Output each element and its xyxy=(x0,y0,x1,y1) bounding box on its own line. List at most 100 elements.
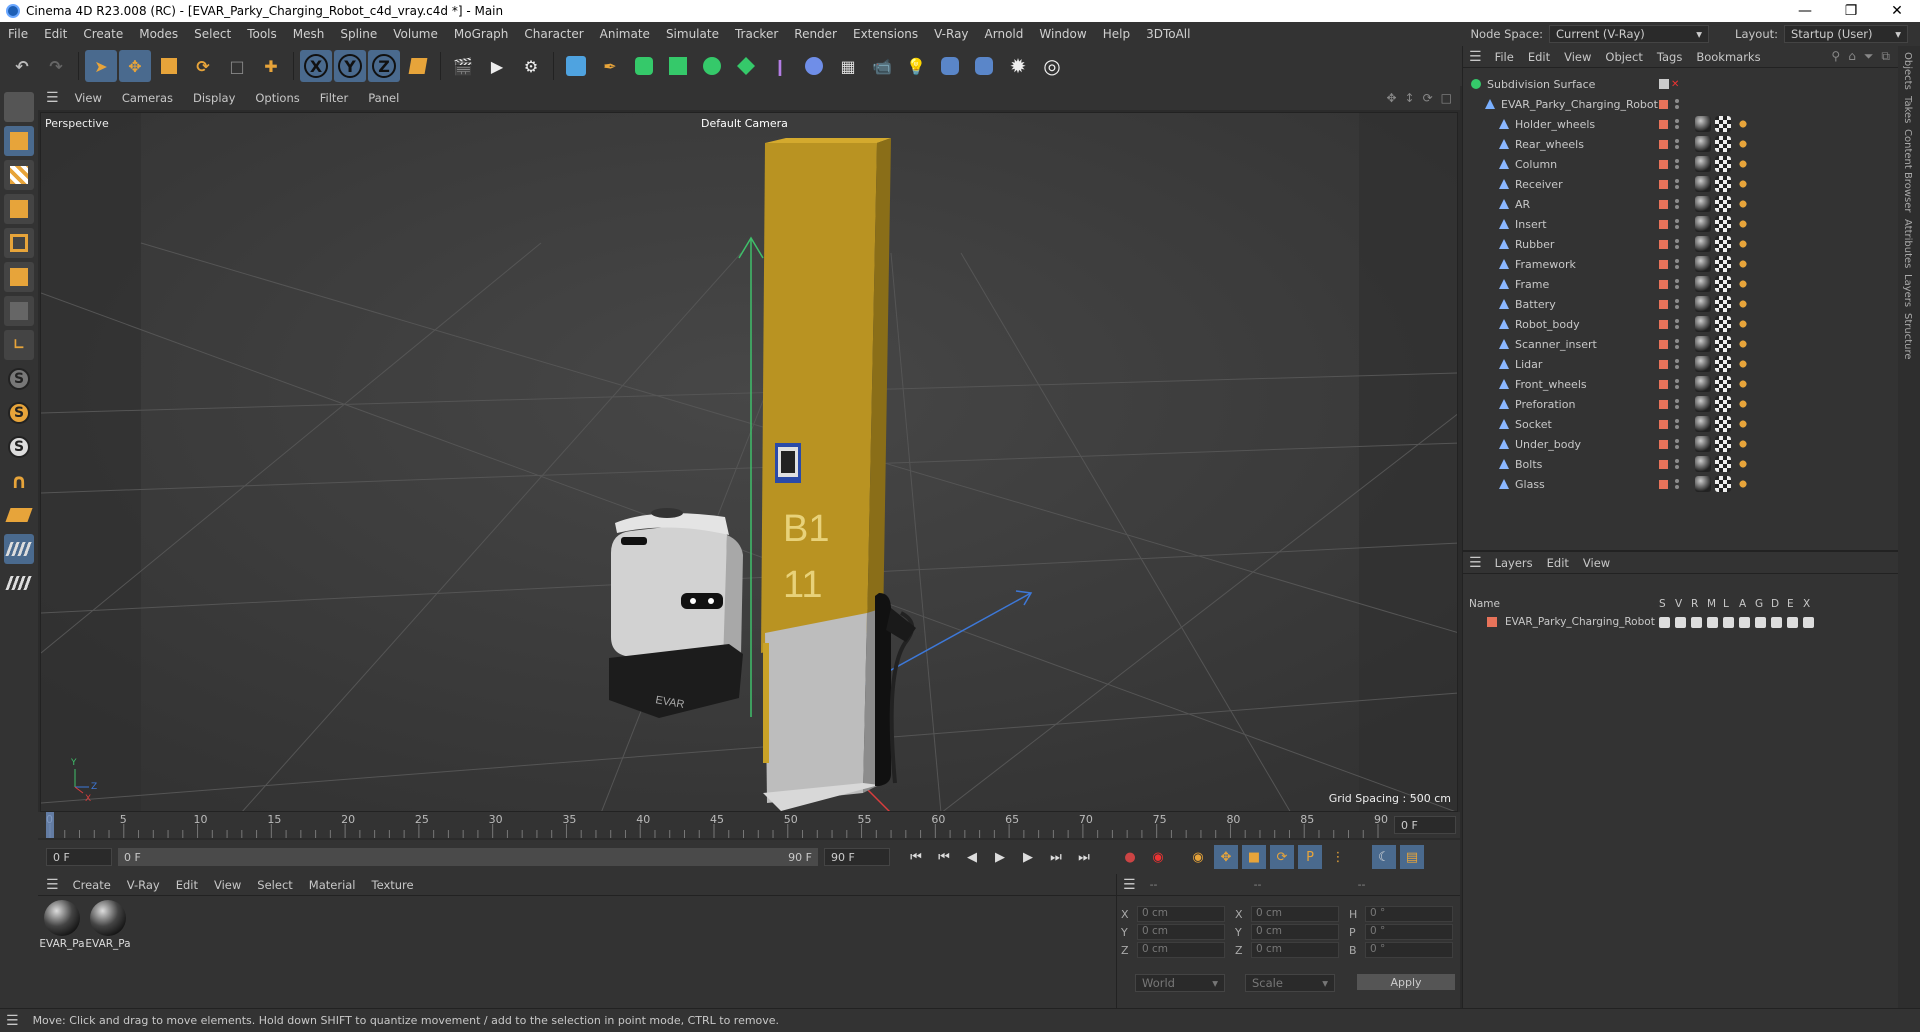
menu-item-tools[interactable]: Tools xyxy=(239,27,285,41)
mograph-icon[interactable] xyxy=(730,50,762,82)
layer-color-swatch[interactable] xyxy=(1659,179,1668,189)
prev-frame-icon[interactable]: ◀ xyxy=(960,845,984,869)
3d-viewport[interactable]: B1 11 EVAR Y Z X Perspective Default Cam… xyxy=(40,112,1458,812)
layout-dropdown[interactable]: Startup (User) ▾ xyxy=(1784,25,1908,43)
vray-tag-icon[interactable] xyxy=(1735,316,1751,332)
menu-item-mesh[interactable]: Mesh xyxy=(285,27,333,41)
object-row[interactable]: AR xyxy=(1463,194,1883,214)
python-icon[interactable] xyxy=(934,50,966,82)
material-tag-icon[interactable] xyxy=(1695,136,1711,152)
visibility-dot[interactable] xyxy=(1675,459,1679,463)
material-menu-edit[interactable]: Edit xyxy=(168,878,206,892)
node-space-dropdown[interactable]: Current (V-Ray) ▾ xyxy=(1549,25,1710,43)
layer-color-swatch[interactable] xyxy=(1659,319,1668,329)
menu-item-character[interactable]: Character xyxy=(516,27,591,41)
material-tag-icon[interactable] xyxy=(1695,456,1711,472)
viewport-rotate-icon[interactable]: ⟳ xyxy=(1423,91,1433,105)
object-row[interactable]: Lidar xyxy=(1463,354,1883,374)
object-axis-icon[interactable] xyxy=(4,296,34,326)
render-dot[interactable] xyxy=(1675,345,1679,349)
timeline-ruler[interactable]: 051015202530354045505560657075808590 xyxy=(38,812,1460,838)
vray-tag-icon[interactable] xyxy=(1735,136,1751,152)
viewport-menu-panel[interactable]: Panel xyxy=(358,91,409,105)
material-tag-icon[interactable] xyxy=(1695,416,1711,432)
key-rotation-icon[interactable]: ⟳ xyxy=(1270,845,1294,869)
vray-tag-icon[interactable] xyxy=(1735,436,1751,452)
texture-tag-icon[interactable] xyxy=(1715,476,1731,492)
visibility-dot[interactable] xyxy=(1675,379,1679,383)
vray-tag-icon[interactable] xyxy=(1735,356,1751,372)
viewport-menu-options[interactable]: Options xyxy=(245,91,309,105)
coord-field[interactable]: 0 cm xyxy=(1137,906,1225,922)
vray-tag-icon[interactable] xyxy=(1735,116,1751,132)
subdivision-icon[interactable] xyxy=(628,50,660,82)
filter-icon[interactable]: ⏷ xyxy=(1864,49,1874,64)
record-icon[interactable]: ● xyxy=(1118,845,1142,869)
object-row[interactable]: Socket xyxy=(1463,414,1883,434)
object-row[interactable]: Bolts xyxy=(1463,454,1883,474)
viewport-menu-cameras[interactable]: Cameras xyxy=(112,91,183,105)
scale-tool-icon[interactable] xyxy=(153,50,185,82)
render-dot[interactable] xyxy=(1675,305,1679,309)
material-tag-icon[interactable] xyxy=(1695,216,1711,232)
grid-icon[interactable] xyxy=(4,534,34,564)
model-mode-icon[interactable] xyxy=(4,126,34,156)
next-key-icon[interactable]: ⏭ xyxy=(1044,845,1068,869)
material-menu-v-ray[interactable]: V-Ray xyxy=(119,878,168,892)
object-row[interactable]: Rubber xyxy=(1463,234,1883,254)
texture-tag-icon[interactable] xyxy=(1715,176,1731,192)
grid-snap-icon[interactable] xyxy=(4,568,34,598)
render-settings-icon[interactable]: ⚙ xyxy=(515,50,547,82)
menu-item-3dtoall[interactable]: 3DToAll xyxy=(1138,27,1198,41)
side-tab-takes[interactable]: Takes xyxy=(1902,96,1913,123)
menu-item-v-ray[interactable]: V-Ray xyxy=(926,27,976,41)
material-menu-select[interactable]: Select xyxy=(249,878,300,892)
menu-item-create[interactable]: Create xyxy=(75,27,131,41)
deformer-icon[interactable] xyxy=(1771,616,1782,628)
rotate-tool-icon[interactable]: ⟳ xyxy=(187,50,219,82)
render-dot[interactable] xyxy=(1675,385,1679,389)
vray-tag-icon[interactable] xyxy=(1735,236,1751,252)
layer-color-swatch[interactable] xyxy=(1659,259,1668,269)
close-icon[interactable]: ✕ xyxy=(1874,3,1920,19)
layers-menu-edit[interactable]: Edit xyxy=(1540,556,1576,570)
timeline-window-icon[interactable]: ▤ xyxy=(1400,845,1424,869)
goto-start-icon[interactable]: ⏮ xyxy=(904,845,928,869)
layer-color-swatch[interactable] xyxy=(1659,339,1668,349)
texture-tag-icon[interactable] xyxy=(1715,416,1731,432)
texture-tag-icon[interactable] xyxy=(1715,156,1731,172)
manager-icon[interactable] xyxy=(1707,616,1718,628)
object-root[interactable]: Subdivision Surface ✕ xyxy=(1463,74,1883,94)
visibility-dot[interactable] xyxy=(1675,419,1679,423)
y-axis-toggle[interactable]: Y xyxy=(334,50,366,82)
layers-hamburger-icon[interactable]: ☰ xyxy=(1469,555,1482,571)
make-editable-icon[interactable] xyxy=(4,92,34,122)
objects-menu-edit[interactable]: Edit xyxy=(1521,50,1557,64)
visibility-dot[interactable] xyxy=(1675,319,1679,323)
visibility-eye-icon[interactable] xyxy=(1675,616,1686,628)
material-menu-material[interactable]: Material xyxy=(301,878,364,892)
side-tab-layers[interactable]: Layers xyxy=(1902,274,1913,307)
visibility-dot[interactable] xyxy=(1675,179,1679,183)
texture-tag-icon[interactable] xyxy=(1715,356,1731,372)
menu-item-tracker[interactable]: Tracker xyxy=(727,27,786,41)
texture-tag-icon[interactable] xyxy=(1715,456,1731,472)
material-tag-icon[interactable] xyxy=(1695,236,1711,252)
layer-color-swatch[interactable] xyxy=(1659,419,1668,429)
objects-menu-tags[interactable]: Tags xyxy=(1650,50,1689,64)
texture-tag-icon[interactable] xyxy=(1715,136,1731,152)
visibility-dot[interactable] xyxy=(1675,279,1679,283)
material-tag-icon[interactable] xyxy=(1695,476,1711,492)
material-tag-icon[interactable] xyxy=(1695,336,1711,352)
material-tag-icon[interactable] xyxy=(1695,356,1711,372)
undo-icon[interactable]: ↶ xyxy=(6,50,38,82)
material-swatch[interactable]: EVAR_Pa xyxy=(39,900,85,950)
render-icon[interactable] xyxy=(1691,616,1702,628)
visibility-dot[interactable] xyxy=(1675,259,1679,263)
side-tab-attributes[interactable]: Attributes xyxy=(1902,219,1913,268)
texture-tag-icon[interactable] xyxy=(1715,336,1731,352)
render-dot[interactable] xyxy=(1675,445,1679,449)
snap-options-icon[interactable]: S xyxy=(4,432,34,462)
new-window-icon[interactable]: ⧉ xyxy=(1881,49,1890,64)
render-dot[interactable] xyxy=(1675,125,1679,129)
